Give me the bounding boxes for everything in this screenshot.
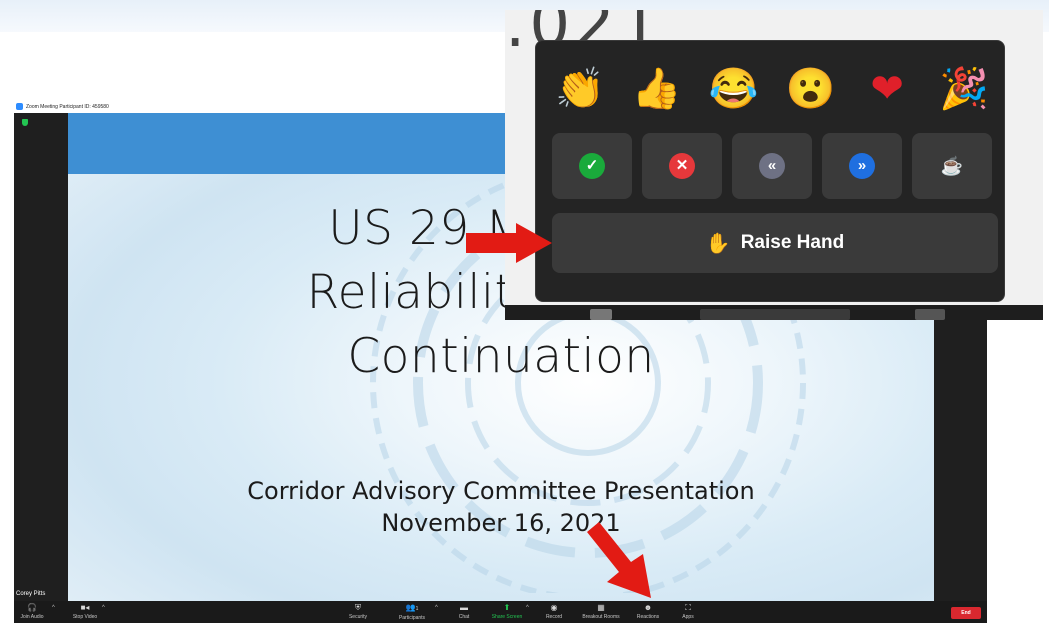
screenshot: Zoom Meeting Participant ID: 459580 US 2…: [0, 0, 1049, 623]
participants-button[interactable]: 👥1 Participants: [389, 603, 435, 623]
encryption-shield-icon[interactable]: [22, 119, 28, 126]
security-label: Security: [348, 614, 368, 620]
x-mark-icon: ✕: [669, 153, 695, 179]
coffee-cup-icon: ☕: [940, 156, 964, 176]
headphones-icon: 🎧: [27, 603, 37, 612]
slide-subtitle-line: Corridor Advisory Committee Presentation: [247, 477, 755, 505]
breakout-rooms-icon: ▦: [597, 603, 605, 612]
zoom-logo-icon: [16, 103, 23, 110]
no-button[interactable]: ✕: [642, 133, 722, 199]
share-screen-icon: ⬆: [503, 603, 511, 612]
slide-title-line: Continuation: [347, 329, 655, 384]
shield-icon: ⛨: [355, 603, 361, 612]
surprised-face-icon[interactable]: 😮: [782, 61, 838, 117]
raise-hand-button[interactable]: ✋ Raise Hand: [552, 213, 998, 273]
meeting-toolbar: 🎧 Join Audio ^ ■◂ Stop Video ^ ⛨ Securit…: [14, 601, 987, 623]
coffee-button[interactable]: ☕: [912, 133, 992, 199]
audio-options-caret-icon[interactable]: ^: [52, 605, 55, 611]
reactions-zoom-inset: .021 👏 👍 😂 😮 ❤ 🎉 ✓ ✕ « » ☕ ✋ Raise Hand: [505, 10, 1043, 320]
raised-hand-icon: ✋: [705, 232, 731, 255]
join-audio-label: Join Audio: [20, 614, 44, 620]
participant-name: Corey Pitts: [16, 591, 46, 597]
stop-video-label: Stop Video: [72, 614, 98, 620]
chat-bubble-icon: ▬: [460, 603, 468, 612]
inset-toolbar-strip: [505, 305, 1043, 320]
thumbs-up-icon[interactable]: 👍: [629, 61, 685, 117]
share-screen-button[interactable]: ⬆ Share Screen: [484, 603, 530, 623]
reactions-popup: 👏 👍 😂 😮 ❤ 🎉 ✓ ✕ « » ☕ ✋ Raise Hand: [535, 40, 1005, 302]
inset-toolbar-fragment: [700, 309, 850, 320]
red-arrow-pointing-raise-hand: [466, 223, 552, 263]
participants-label: Participants: [398, 615, 426, 621]
record-label: Record: [545, 614, 563, 620]
share-screen-caret-icon[interactable]: ^: [526, 605, 529, 611]
join-audio-button[interactable]: 🎧 Join Audio: [9, 603, 55, 623]
nonverbal-feedback-row: ✓ ✕ « » ☕: [552, 133, 992, 199]
video-options-caret-icon[interactable]: ^: [102, 605, 105, 611]
window-title: Zoom Meeting Participant ID: 459580: [26, 103, 109, 110]
heart-icon[interactable]: ❤: [859, 61, 915, 117]
security-button[interactable]: ⛨ Security: [335, 603, 381, 623]
slow-down-icon: «: [759, 153, 785, 179]
chat-button[interactable]: ▬ Chat: [441, 603, 487, 623]
share-screen-label: Share Screen: [491, 614, 523, 620]
speed-up-icon: »: [849, 153, 875, 179]
red-arrow-pointing-reactions: [587, 522, 651, 598]
chat-label: Chat: [458, 614, 470, 620]
record-button[interactable]: ◉ Record: [531, 603, 577, 623]
party-popper-icon[interactable]: 🎉: [936, 61, 992, 117]
tears-of-joy-icon[interactable]: 😂: [706, 61, 762, 117]
slide-subtitle: Corridor Advisory Committee Presentation…: [68, 475, 934, 539]
people-icon: 👥1: [405, 603, 419, 612]
raise-hand-label: Raise Hand: [740, 232, 845, 253]
slide-date: November 16, 2021: [381, 509, 621, 537]
end-meeting-button[interactable]: End: [951, 607, 981, 619]
participants-count: 1: [415, 606, 419, 612]
inset-toolbar-fragment: [590, 309, 612, 320]
participants-caret-icon[interactable]: ^: [435, 605, 438, 611]
inset-toolbar-fragment: [915, 309, 945, 320]
breakout-rooms-button[interactable]: ▦ Breakout Rooms: [578, 603, 624, 623]
apps-label: Apps: [682, 614, 694, 620]
slow-down-button[interactable]: «: [732, 133, 812, 199]
speed-up-button[interactable]: »: [822, 133, 902, 199]
yes-button[interactable]: ✓: [552, 133, 632, 199]
check-icon: ✓: [579, 153, 605, 179]
clapping-hands-icon[interactable]: 👏: [552, 61, 608, 117]
breakout-rooms-label: Breakout Rooms: [582, 614, 620, 620]
apps-button[interactable]: ⛶ Apps: [665, 603, 711, 623]
apps-icon: ⛶: [685, 603, 691, 612]
emoji-reactions-row: 👏 👍 😂 😮 ❤ 🎉: [552, 59, 992, 119]
record-icon: ◉: [550, 603, 558, 612]
